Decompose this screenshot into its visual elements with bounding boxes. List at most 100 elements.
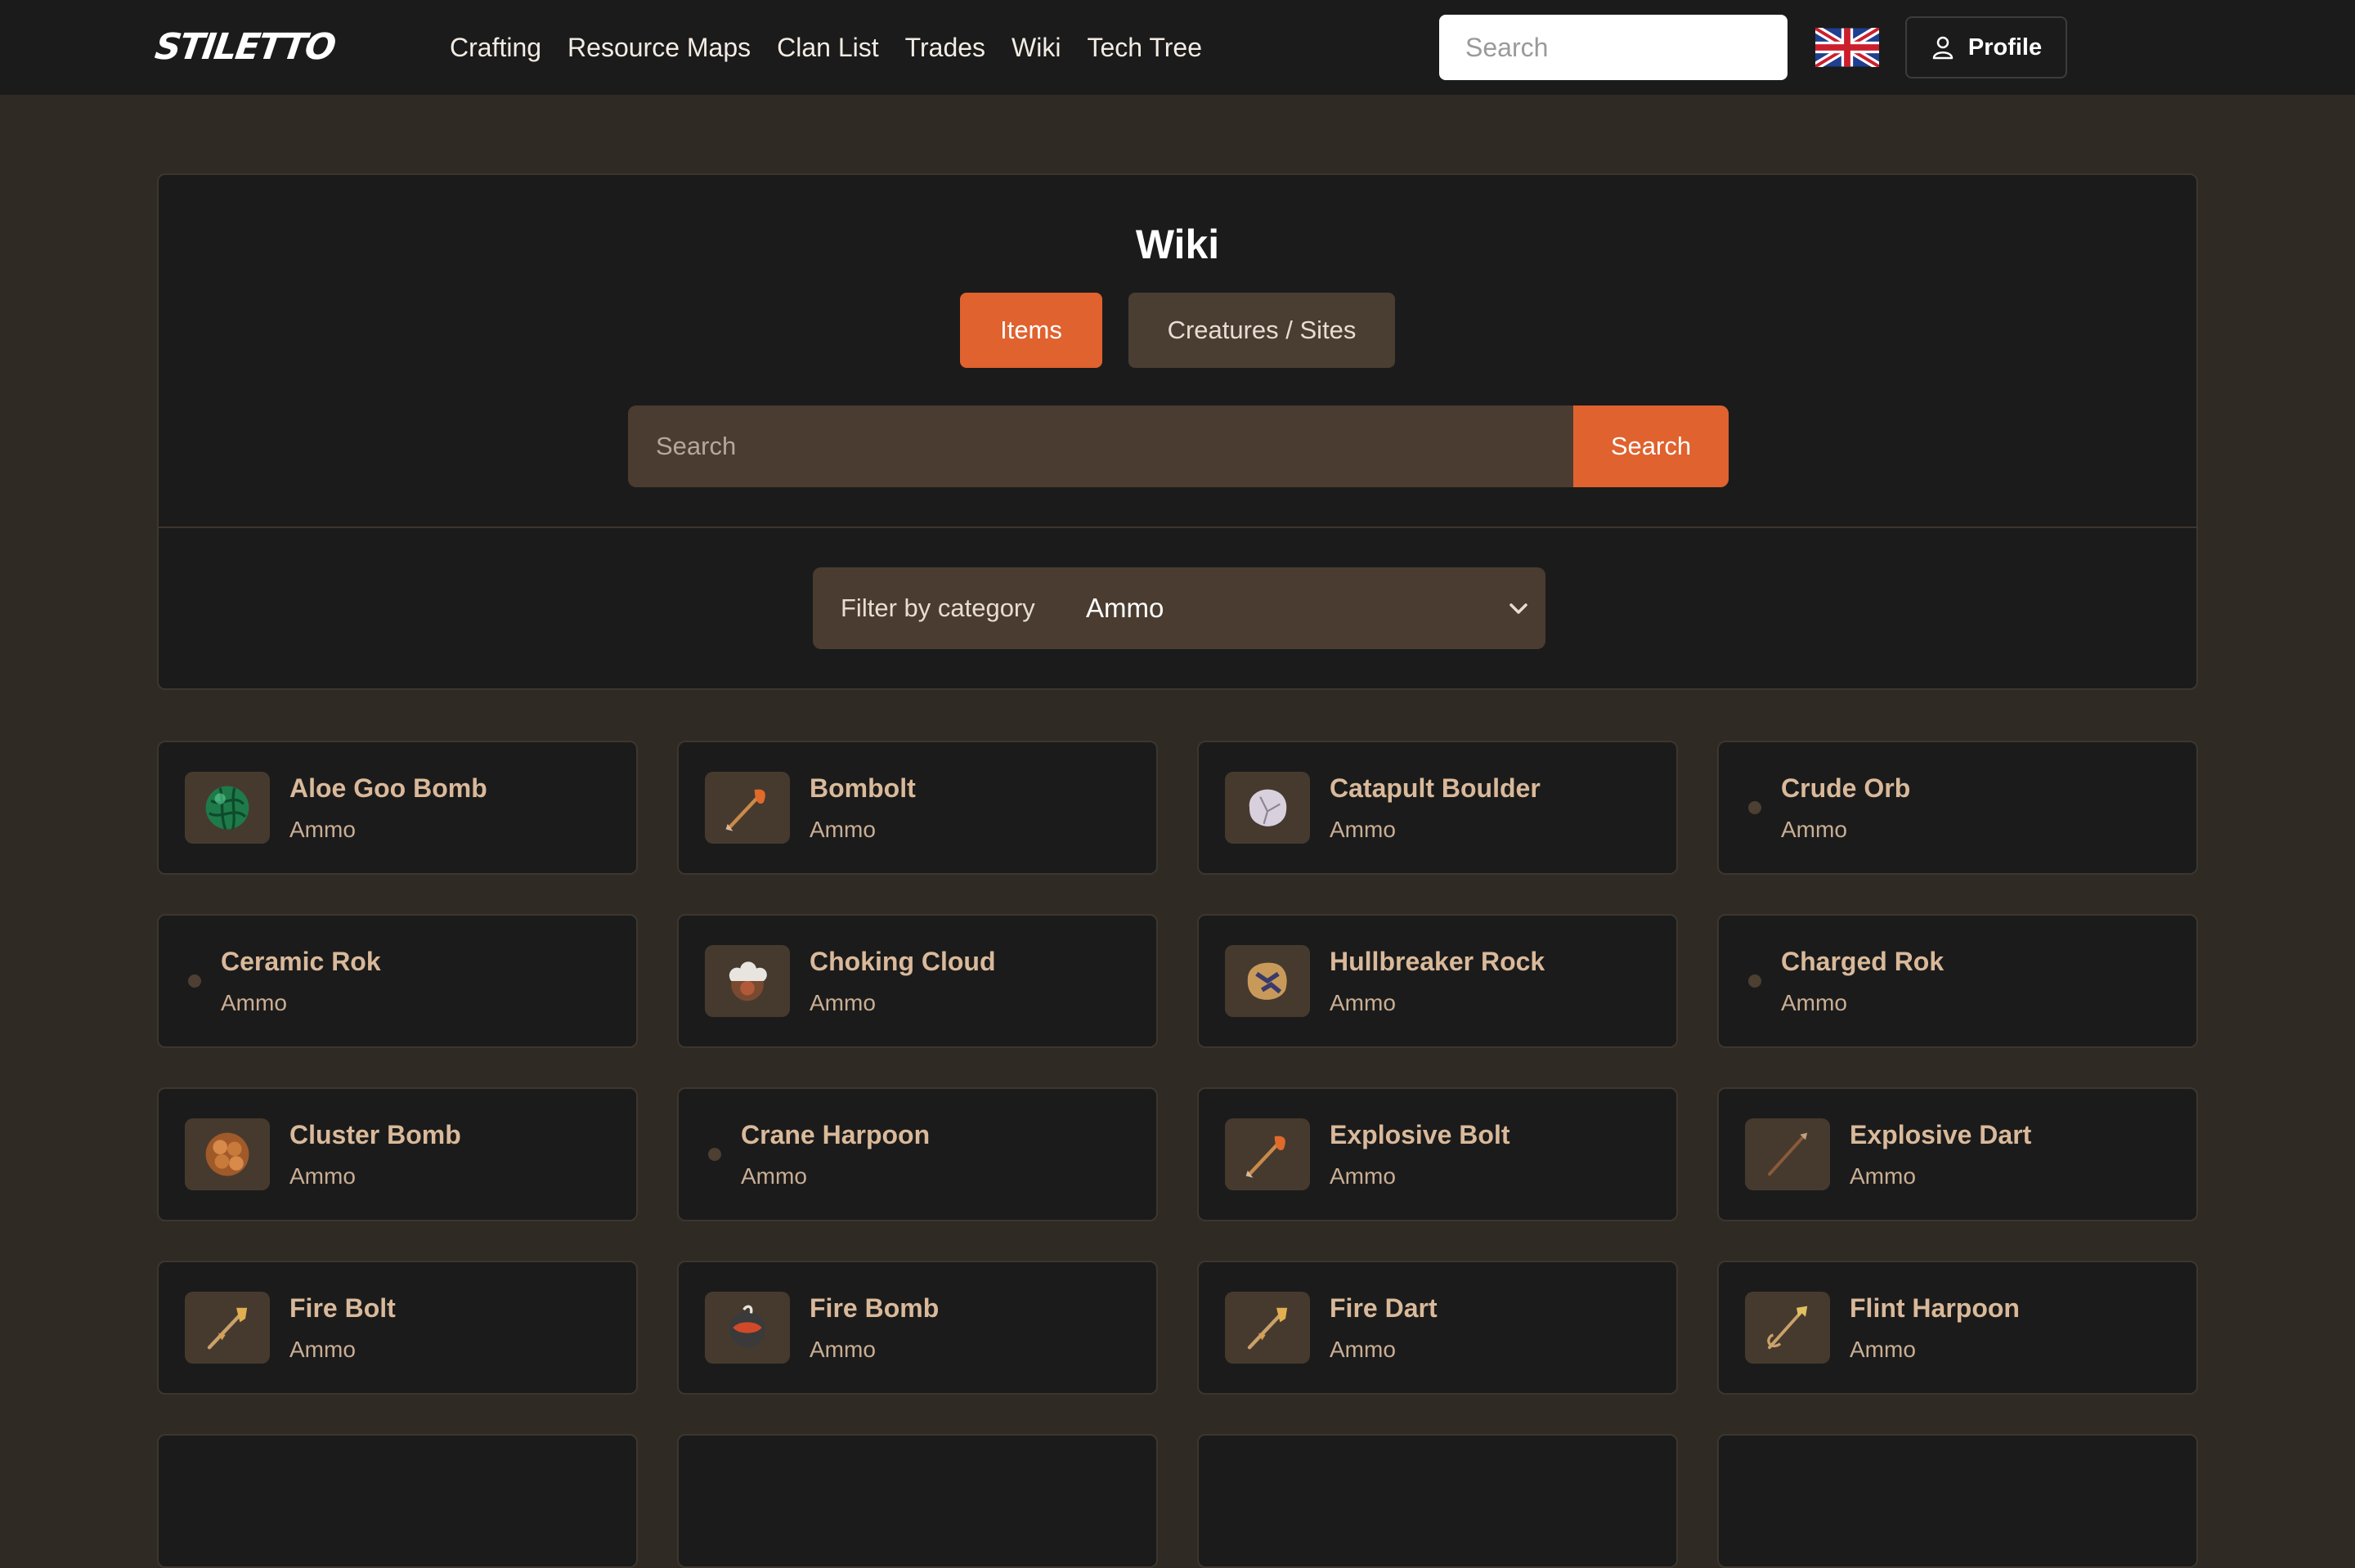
nav-link-crafting[interactable]: Crafting [450, 33, 541, 63]
item-text: Explosive Bolt Ammo [1330, 1120, 1510, 1189]
item-category: Ammo [1781, 989, 1847, 1015]
fire-bolt-icon [1247, 1307, 1288, 1350]
nav-link-resource-maps[interactable]: Resource Maps [567, 33, 751, 63]
item-card[interactable]: Explosive Dart Ammo [1717, 1087, 2198, 1221]
item-text: Explosive Dart Ammo [1850, 1120, 2031, 1189]
item-text: Fire Bomb Ammo [810, 1293, 939, 1363]
nav-link-wiki[interactable]: Wiki [1012, 33, 1061, 63]
item-card-partial[interactable] [1717, 1434, 2198, 1568]
item-thumbnail [1225, 772, 1310, 844]
fire-bolt-icon [207, 1307, 248, 1350]
placeholder-dot-icon [1748, 974, 1761, 988]
item-card-partial[interactable] [677, 1434, 1158, 1568]
item-thumbnail [185, 772, 270, 844]
item-thumbnail [1225, 1118, 1310, 1190]
item-name: Fire Dart [1330, 1292, 1438, 1323]
item-card[interactable]: Flint Harpoon Ammo [1717, 1261, 2198, 1395]
item-card[interactable]: Choking Cloud Ammo [677, 914, 1158, 1048]
item-name: Crane Harpoon [741, 1119, 931, 1149]
item-card[interactable]: Crane Harpoon Ammo [677, 1087, 1158, 1221]
item-card-partial[interactable] [157, 1434, 638, 1568]
nav-link-tech-tree[interactable]: Tech Tree [1087, 33, 1202, 63]
item-card[interactable]: Cluster Bomb Ammo [157, 1087, 638, 1221]
item-thumbnail [1745, 1292, 1830, 1364]
placeholder-dot-icon [188, 974, 201, 988]
item-name: Explosive Bolt [1330, 1119, 1510, 1149]
item-card[interactable]: Aloe Goo Bomb Ammo [157, 741, 638, 875]
item-card[interactable]: Charged Rok Ammo [1717, 914, 2198, 1048]
item-text: Hullbreaker Rock Ammo [1330, 947, 1545, 1016]
item-category: Ammo [810, 989, 876, 1015]
item-card[interactable]: Fire Bomb Ammo [677, 1261, 1158, 1395]
tab-items[interactable]: Items [960, 293, 1102, 368]
item-thumbnail [1745, 1118, 1830, 1190]
global-search-input[interactable] [1439, 32, 1809, 63]
item-text: Cluster Bomb Ammo [289, 1120, 461, 1189]
dart-icon [1768, 1132, 1808, 1176]
item-name: Catapult Boulder [1330, 773, 1541, 803]
wiki-search-button[interactable]: Search [1573, 405, 1729, 487]
bolt-icon [1245, 1136, 1285, 1178]
top-navbar: STILETTO Crafting Resource Maps Clan Lis… [0, 0, 2355, 95]
harpoon-icon [1767, 1306, 1808, 1350]
chevron-down-icon [1509, 603, 1527, 614]
category-select[interactable]: Ammo [1086, 593, 1545, 624]
category-filter: Filter by category Ammo [813, 567, 1545, 649]
item-category: Ammo [1850, 1163, 1916, 1189]
item-name: Flint Harpoon [1850, 1292, 2020, 1323]
item-thumbnail [705, 1292, 790, 1364]
profile-label: Profile [1967, 34, 2043, 60]
nav-link-clan-list[interactable]: Clan List [777, 33, 879, 63]
divider [159, 526, 2196, 528]
item-name: Ceramic Rok [221, 946, 381, 976]
placeholder-dot-icon [708, 1148, 721, 1161]
nav-link-trades[interactable]: Trades [905, 33, 985, 63]
tab-creatures-sites[interactable]: Creatures / Sites [1128, 293, 1395, 368]
site-logo[interactable]: STILETTO [152, 23, 337, 70]
item-card[interactable]: Explosive Bolt Ammo [1197, 1087, 1678, 1221]
item-category: Ammo [289, 816, 356, 842]
item-card[interactable]: Bombolt Ammo [677, 741, 1158, 875]
wiki-tabs: Items Creatures / Sites [159, 293, 2196, 368]
item-card[interactable]: Fire Bolt Ammo [157, 1261, 638, 1395]
item-text: Ceramic Rok Ammo [221, 947, 381, 1016]
item-category: Ammo [1330, 816, 1396, 842]
item-category: Ammo [1781, 816, 1847, 842]
cloud-bomb-icon [729, 961, 767, 1001]
filter-label: Filter by category [841, 594, 1035, 622]
item-category: Ammo [1330, 1163, 1396, 1189]
item-card[interactable]: Catapult Boulder Ammo [1197, 741, 1678, 875]
item-text: Crane Harpoon Ammo [741, 1120, 930, 1189]
item-thumbnail [1225, 1292, 1310, 1364]
item-name: Fire Bolt [289, 1292, 396, 1323]
item-name: Cluster Bomb [289, 1119, 461, 1149]
item-card-partial[interactable] [1197, 1434, 1678, 1568]
boulder-icon [1249, 789, 1287, 827]
item-grid: Aloe Goo Bomb Ammo Bombolt Ammo Catapult Bou… [157, 741, 2198, 1568]
item-category: Ammo [741, 1163, 807, 1189]
item-category: Ammo [289, 1336, 356, 1362]
item-category: Ammo [810, 816, 876, 842]
item-category: Ammo [1330, 989, 1396, 1015]
item-thumbnail [185, 1292, 270, 1364]
green-bomb-icon [205, 786, 249, 831]
bolt-icon [725, 789, 765, 831]
item-category: Ammo [1330, 1336, 1396, 1362]
uk-flag-icon[interactable] [1815, 28, 1879, 67]
user-icon [1932, 36, 1954, 60]
item-text: Flint Harpoon Ammo [1850, 1293, 2020, 1363]
item-card[interactable]: Hullbreaker Rock Ammo [1197, 914, 1678, 1048]
item-text: Charged Rok Ammo [1781, 947, 1944, 1016]
profile-button[interactable]: Profile [1905, 16, 2067, 78]
wiki-search-input[interactable] [628, 405, 1573, 487]
placeholder-dot-icon [1748, 801, 1761, 814]
item-category: Ammo [221, 989, 287, 1015]
item-thumbnail [1225, 945, 1310, 1017]
item-text: Crude Orb Ammo [1781, 773, 1910, 843]
item-name: Choking Cloud [810, 946, 996, 976]
item-card[interactable]: Crude Orb Ammo [1717, 741, 2198, 875]
item-card[interactable]: Ceramic Rok Ammo [157, 914, 638, 1048]
fire-bomb-icon [729, 1305, 765, 1348]
item-card[interactable]: Fire Dart Ammo [1197, 1261, 1678, 1395]
item-text: Aloe Goo Bomb Ammo [289, 773, 487, 843]
